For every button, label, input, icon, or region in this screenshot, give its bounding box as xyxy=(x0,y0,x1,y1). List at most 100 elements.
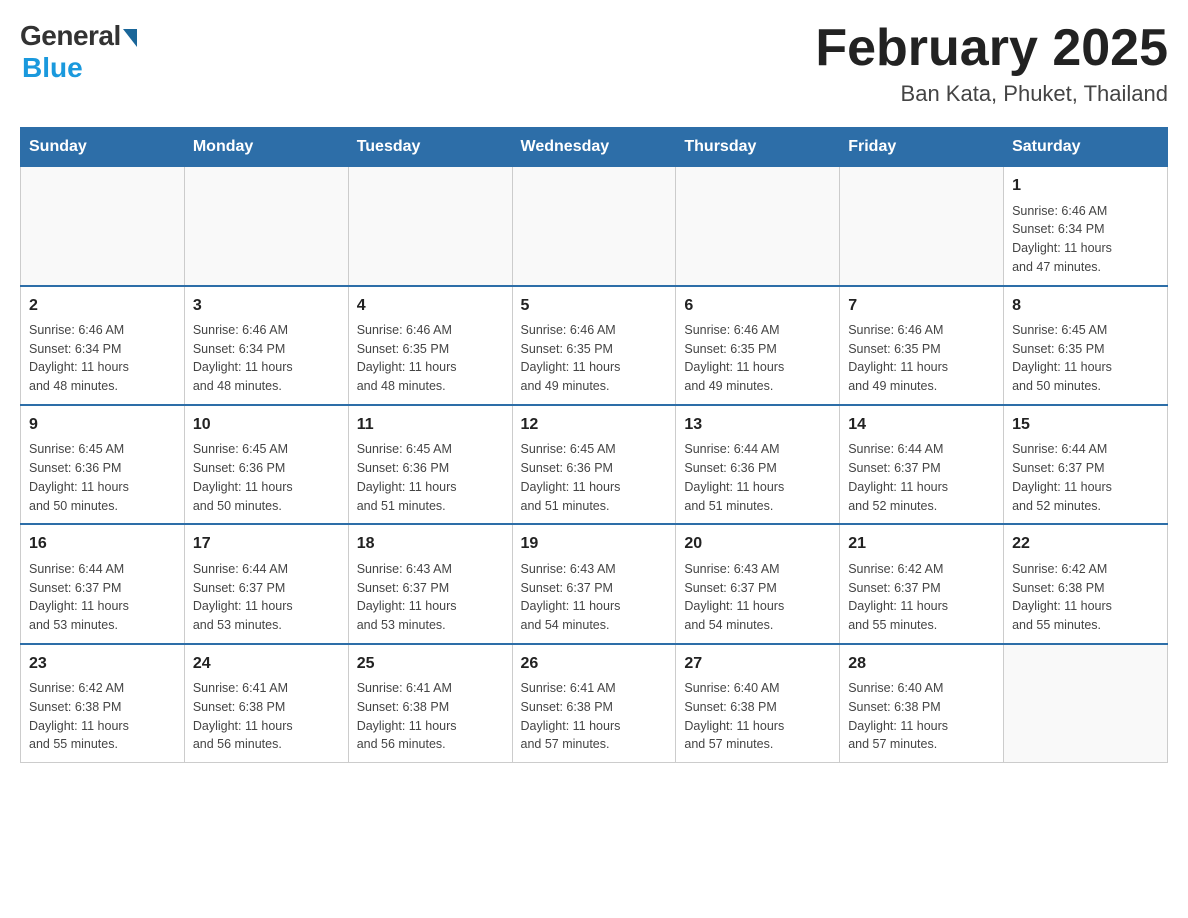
calendar-cell xyxy=(840,167,1004,286)
day-info: Sunrise: 6:41 AM Sunset: 6:38 PM Dayligh… xyxy=(357,679,504,754)
day-number: 2 xyxy=(29,295,176,317)
title-area: February 2025 Ban Kata, Phuket, Thailand xyxy=(815,20,1168,107)
calendar-cell: 22Sunrise: 6:42 AM Sunset: 6:38 PM Dayli… xyxy=(1004,524,1168,643)
calendar-cell: 11 Sunrise: 6:45 AM Sunset: 6:36 PM Dayli… xyxy=(348,405,512,524)
day-info: Sunrise: 6:46 AM Sunset: 6:35 PM Dayligh… xyxy=(684,321,831,396)
calendar-cell: 26Sunrise: 6:41 AM Sunset: 6:38 PM Dayli… xyxy=(512,644,676,763)
day-info: Sunrise: 6:44 AM Sunset: 6:37 PM Dayligh… xyxy=(1012,440,1159,515)
day-number: 4 xyxy=(357,295,504,317)
calendar-cell: 8 Sunrise: 6:45 AM Sunset: 6:35 PM Daylig… xyxy=(1004,286,1168,405)
weekday-header-monday: Monday xyxy=(184,128,348,167)
calendar-cell: 24 Sunrise: 6:41 AM Sunset: 6:38 PM Dayli… xyxy=(184,644,348,763)
calendar-cell: 27Sunrise: 6:40 AM Sunset: 6:38 PM Dayli… xyxy=(676,644,840,763)
day-info: Sunrise: 6:45 AM Sunset: 6:36 PM Dayligh… xyxy=(357,440,504,515)
day-number: 10 xyxy=(193,414,340,436)
day-info: Sunrise: 6:42 AM Sunset: 6:38 PM Dayligh… xyxy=(1012,560,1159,635)
calendar-week-0: 1Sunrise: 6:46 AM Sunset: 6:34 PM Daylig… xyxy=(21,167,1168,286)
page-header: General Blue February 2025 Ban Kata, Phu… xyxy=(20,20,1168,107)
weekday-header-tuesday: Tuesday xyxy=(348,128,512,167)
day-number: 18 xyxy=(357,533,504,555)
calendar-cell: 21 Sunrise: 6:42 AM Sunset: 6:37 PM Dayli… xyxy=(840,524,1004,643)
day-number: 7 xyxy=(848,295,995,317)
weekday-header-saturday: Saturday xyxy=(1004,128,1168,167)
calendar-cell: 28 Sunrise: 6:40 AM Sunset: 6:38 PM Dayli… xyxy=(840,644,1004,763)
day-number: 5 xyxy=(521,295,668,317)
day-number: 24 xyxy=(193,653,340,675)
day-info: Sunrise: 6:42 AM Sunset: 6:38 PM Dayligh… xyxy=(29,679,176,754)
calendar-cell: 12 Sunrise: 6:45 AM Sunset: 6:36 PM Dayli… xyxy=(512,405,676,524)
calendar-cell xyxy=(184,167,348,286)
calendar-week-2: 9 Sunrise: 6:45 AM Sunset: 6:36 PM Daylig… xyxy=(21,405,1168,524)
calendar-cell: 5 Sunrise: 6:46 AM Sunset: 6:35 PM Daylig… xyxy=(512,286,676,405)
day-info: Sunrise: 6:45 AM Sunset: 6:36 PM Dayligh… xyxy=(29,440,176,515)
day-info: Sunrise: 6:43 AM Sunset: 6:37 PM Dayligh… xyxy=(684,560,831,635)
day-number: 20 xyxy=(684,533,831,555)
logo-general-text: General xyxy=(20,20,121,52)
calendar-cell: 2 Sunrise: 6:46 AM Sunset: 6:34 PM Daylig… xyxy=(21,286,185,405)
calendar-week-1: 2 Sunrise: 6:46 AM Sunset: 6:34 PM Daylig… xyxy=(21,286,1168,405)
calendar-cell: 6 Sunrise: 6:46 AM Sunset: 6:35 PM Daylig… xyxy=(676,286,840,405)
day-info: Sunrise: 6:42 AM Sunset: 6:37 PM Dayligh… xyxy=(848,560,995,635)
calendar-cell: 25 Sunrise: 6:41 AM Sunset: 6:38 PM Dayli… xyxy=(348,644,512,763)
location-title: Ban Kata, Phuket, Thailand xyxy=(815,81,1168,107)
calendar-cell xyxy=(512,167,676,286)
day-number: 9 xyxy=(29,414,176,436)
calendar-cell xyxy=(676,167,840,286)
day-number: 3 xyxy=(193,295,340,317)
day-info: Sunrise: 6:40 AM Sunset: 6:38 PM Dayligh… xyxy=(684,679,831,754)
day-info: Sunrise: 6:46 AM Sunset: 6:35 PM Dayligh… xyxy=(521,321,668,396)
day-number: 13 xyxy=(684,414,831,436)
month-title: February 2025 xyxy=(815,20,1168,77)
day-number: 6 xyxy=(684,295,831,317)
day-info: Sunrise: 6:46 AM Sunset: 6:34 PM Dayligh… xyxy=(1012,202,1159,277)
day-number: 21 xyxy=(848,533,995,555)
day-info: Sunrise: 6:46 AM Sunset: 6:34 PM Dayligh… xyxy=(193,321,340,396)
calendar-cell: 18Sunrise: 6:43 AM Sunset: 6:37 PM Dayli… xyxy=(348,524,512,643)
day-info: Sunrise: 6:41 AM Sunset: 6:38 PM Dayligh… xyxy=(193,679,340,754)
calendar-cell xyxy=(21,167,185,286)
logo-blue-text: Blue xyxy=(22,52,83,84)
day-info: Sunrise: 6:45 AM Sunset: 6:36 PM Dayligh… xyxy=(521,440,668,515)
logo-arrow-icon xyxy=(123,29,137,47)
day-info: Sunrise: 6:44 AM Sunset: 6:37 PM Dayligh… xyxy=(848,440,995,515)
calendar-cell: 1Sunrise: 6:46 AM Sunset: 6:34 PM Daylig… xyxy=(1004,167,1168,286)
calendar-cell: 13 Sunrise: 6:44 AM Sunset: 6:36 PM Dayli… xyxy=(676,405,840,524)
day-info: Sunrise: 6:41 AM Sunset: 6:38 PM Dayligh… xyxy=(521,679,668,754)
calendar-cell xyxy=(348,167,512,286)
calendar-week-4: 23 Sunrise: 6:42 AM Sunset: 6:38 PM Dayli… xyxy=(21,644,1168,763)
day-number: 16 xyxy=(29,533,176,555)
day-number: 23 xyxy=(29,653,176,675)
calendar-cell: 4 Sunrise: 6:46 AM Sunset: 6:35 PM Daylig… xyxy=(348,286,512,405)
day-info: Sunrise: 6:46 AM Sunset: 6:35 PM Dayligh… xyxy=(848,321,995,396)
day-number: 14 xyxy=(848,414,995,436)
day-number: 8 xyxy=(1012,295,1159,317)
weekday-header-row: SundayMondayTuesdayWednesdayThursdayFrid… xyxy=(21,128,1168,167)
day-info: Sunrise: 6:43 AM Sunset: 6:37 PM Dayligh… xyxy=(521,560,668,635)
day-number: 28 xyxy=(848,653,995,675)
day-info: Sunrise: 6:45 AM Sunset: 6:36 PM Dayligh… xyxy=(193,440,340,515)
day-number: 25 xyxy=(357,653,504,675)
calendar-cell xyxy=(1004,644,1168,763)
weekday-header-friday: Friday xyxy=(840,128,1004,167)
day-number: 17 xyxy=(193,533,340,555)
day-number: 12 xyxy=(521,414,668,436)
day-info: Sunrise: 6:44 AM Sunset: 6:36 PM Dayligh… xyxy=(684,440,831,515)
day-info: Sunrise: 6:46 AM Sunset: 6:34 PM Dayligh… xyxy=(29,321,176,396)
day-number: 11 xyxy=(357,414,504,436)
calendar-cell: 9 Sunrise: 6:45 AM Sunset: 6:36 PM Daylig… xyxy=(21,405,185,524)
calendar-cell: 19 Sunrise: 6:43 AM Sunset: 6:37 PM Dayli… xyxy=(512,524,676,643)
calendar-cell: 3 Sunrise: 6:46 AM Sunset: 6:34 PM Daylig… xyxy=(184,286,348,405)
logo: General Blue xyxy=(20,20,137,84)
day-number: 19 xyxy=(521,533,668,555)
weekday-header-thursday: Thursday xyxy=(676,128,840,167)
calendar-cell: 14 Sunrise: 6:44 AM Sunset: 6:37 PM Dayli… xyxy=(840,405,1004,524)
calendar-cell: 20 Sunrise: 6:43 AM Sunset: 6:37 PM Dayli… xyxy=(676,524,840,643)
weekday-header-sunday: Sunday xyxy=(21,128,185,167)
calendar-cell: 16Sunrise: 6:44 AM Sunset: 6:37 PM Dayli… xyxy=(21,524,185,643)
day-info: Sunrise: 6:46 AM Sunset: 6:35 PM Dayligh… xyxy=(357,321,504,396)
calendar-cell: 10 Sunrise: 6:45 AM Sunset: 6:36 PM Dayli… xyxy=(184,405,348,524)
day-info: Sunrise: 6:45 AM Sunset: 6:35 PM Dayligh… xyxy=(1012,321,1159,396)
day-info: Sunrise: 6:40 AM Sunset: 6:38 PM Dayligh… xyxy=(848,679,995,754)
calendar-table: SundayMondayTuesdayWednesdayThursdayFrid… xyxy=(20,127,1168,763)
day-number: 15 xyxy=(1012,414,1159,436)
